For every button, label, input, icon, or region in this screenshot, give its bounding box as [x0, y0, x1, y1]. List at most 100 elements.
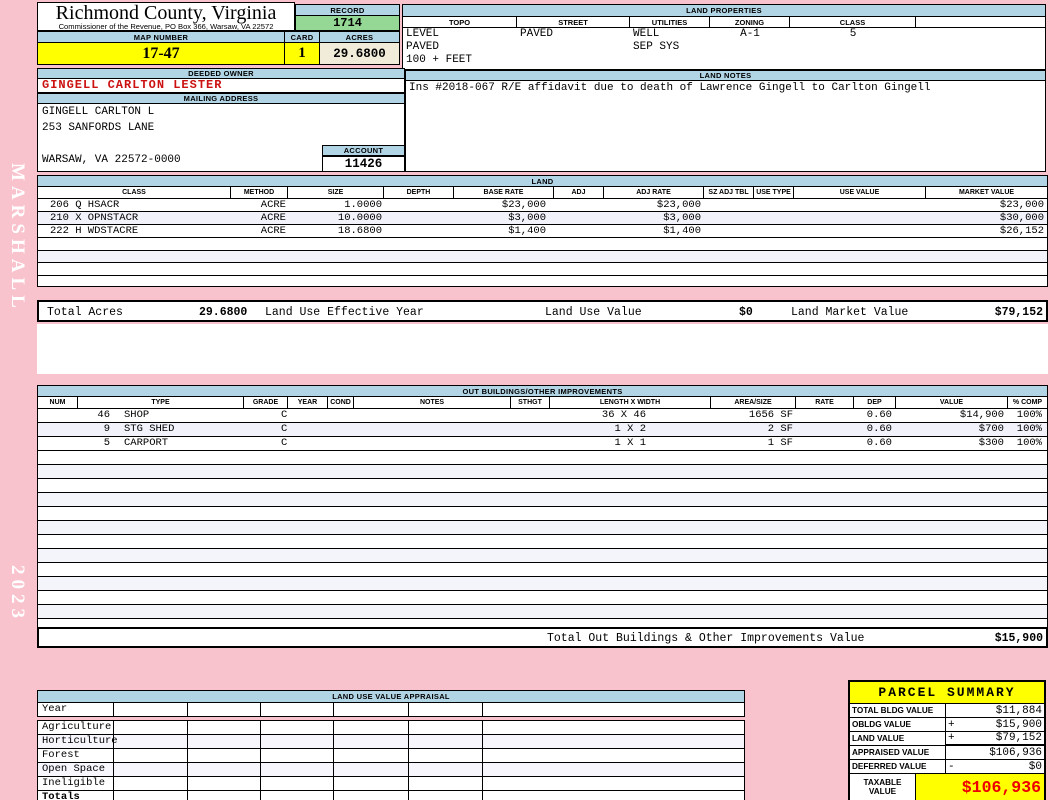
appraisal-row-year: Year	[37, 703, 745, 717]
row-label: DEFERRED VALUE	[850, 760, 946, 773]
row-label: Forest	[38, 749, 114, 762]
street-value: PAVED	[520, 28, 554, 40]
col-zoning: ZONING	[710, 17, 790, 28]
col-method: METHOD	[231, 187, 288, 198]
card-value: 1	[284, 42, 320, 65]
land-use-appraisal-title: LAND USE VALUE APPRAISAL	[37, 690, 745, 703]
col-use-type: USE TYPE	[754, 187, 794, 198]
land-totals-row: Total Acres 29.6800 Land Use Effective Y…	[37, 300, 1048, 322]
land-use-value: $0	[739, 306, 753, 319]
col-cond: COND	[328, 397, 354, 408]
cell-grade: C	[281, 423, 288, 435]
out-buildings-total-row: Total Out Buildings & Other Improvements…	[37, 627, 1048, 648]
cell-value: $700	[978, 423, 1004, 435]
out-buildings-empty-rows	[38, 451, 1047, 631]
cell-method: ACRE	[260, 225, 286, 237]
cell-length-width: 1 X 1	[614, 437, 646, 449]
appraisal-row-forest: Forest	[38, 749, 744, 763]
row-label: Year	[38, 703, 114, 716]
col-depth: DEPTH	[384, 187, 454, 198]
cell-dep: 0.60	[866, 437, 892, 449]
row-value: $0	[1028, 760, 1042, 773]
cell-value: $300	[978, 437, 1004, 449]
col-value: VALUE	[896, 397, 1008, 408]
cell-type: CARPORT	[124, 437, 169, 449]
out-buildings-title: OUT BUILDINGS/OTHER IMPROVEMENTS	[38, 386, 1047, 397]
utilities-value-2: SEP SYS	[633, 41, 680, 53]
vendor-watermark: MARSHALL	[7, 163, 28, 313]
col-adj-rate: ADJ RATE	[604, 187, 704, 198]
summary-row-obldg: OBLDG VALUE + $15,900	[850, 718, 1044, 732]
land-row: 206 Q HSACR ACRE 1.0000 $23,000 $23,000 …	[38, 199, 1047, 212]
out-buildings-total-value: $15,900	[994, 632, 1043, 645]
col-use-value: USE VALUE	[794, 187, 926, 198]
topo-value-2: PAVED	[406, 41, 440, 53]
parcel-summary-title: PARCEL SUMMARY	[850, 682, 1044, 704]
row-operator: +	[948, 718, 955, 731]
land-notes-label: LAND NOTES	[405, 70, 1046, 81]
cell-num: 5	[103, 437, 110, 449]
row-label: Open Space	[38, 763, 114, 776]
col-market-value: MARKET VALUE	[958, 189, 1015, 196]
row-label: TOTAL BLDG VALUE	[850, 704, 946, 717]
cell-type: STG SHED	[124, 423, 175, 435]
col-year: YEAR	[288, 397, 328, 408]
total-acres-label: Total Acres	[47, 306, 123, 319]
cell-class: 222 H WDSTACRE	[50, 225, 139, 237]
land-row: 222 H WDSTACRE ACRE 18.6800 $1,400 $1,40…	[38, 225, 1047, 238]
out-buildings-header: NUM TYPE GRADE YEAR COND NOTES STHGT LEN…	[38, 397, 1047, 409]
deeded-owner-name: GINGELL CARLTON LESTER	[37, 79, 405, 93]
address-line: GINGELL CARLTON L	[42, 106, 155, 118]
map-number-value: 17-47	[37, 42, 285, 65]
col-type: TYPE	[78, 397, 244, 408]
summary-row-land: LAND VALUE + $79,152	[850, 732, 1044, 746]
taxable-label: TAXABLE VALUE	[850, 774, 916, 800]
appraisal-row-ineligible: Ineligible	[38, 777, 744, 791]
col-length-width: LENGTH X WIDTH	[550, 397, 711, 408]
county-title: Richmond County, Virginia	[55, 2, 277, 24]
account-label: ACCOUNT	[322, 145, 405, 156]
cell-base-rate: $3,000	[508, 212, 546, 224]
col-topo: TOPO	[403, 17, 517, 28]
col-notes: NOTES	[354, 397, 511, 408]
cell-base-rate: $23,000	[501, 199, 546, 211]
col-spacer	[916, 17, 1045, 28]
year-watermark: 2023	[7, 565, 28, 623]
land-properties-columns: TOPO STREET UTILITIES ZONING CLASS	[402, 17, 1046, 28]
row-operator: -	[948, 760, 955, 773]
land-properties-title: LAND PROPERTIES	[402, 4, 1046, 17]
out-building-row: 46 SHOP C 36 X 46 1656 SF 0.60 $14,900 1…	[38, 409, 1047, 423]
row-value: $79,152	[995, 732, 1042, 744]
land-notes-text: Ins #2018-067 R/E affidavit due to death…	[405, 81, 1046, 172]
cell-size: 1.0000	[344, 199, 382, 211]
appraisal-row-horticulture: Horticulture	[38, 735, 744, 749]
cell-num: 46	[97, 409, 110, 421]
land-use-appraisal-table: LAND USE VALUE APPRAISAL Year Agricultur…	[37, 690, 745, 800]
cell-area: 1 SF	[767, 437, 793, 449]
summary-row-taxable: TAXABLE VALUE $106,936	[850, 774, 1044, 800]
summary-row-appraised: APPRAISED VALUE $106,936	[850, 746, 1044, 760]
cell-market-value: $23,000	[999, 199, 1044, 211]
taxable-value: $106,936	[916, 774, 1044, 800]
cell-dep: 0.60	[866, 409, 892, 421]
cell-comp: 100%	[1016, 423, 1042, 435]
row-label: Horticulture	[38, 735, 118, 748]
col-num: NUM	[38, 397, 78, 408]
col-dep: DEP	[854, 397, 896, 408]
property-record-card: MARSHALL 2023 Richmond County, Virginia …	[0, 0, 1050, 800]
record-value: 1714	[295, 15, 400, 31]
total-acres-value: 29.6800	[199, 306, 248, 319]
row-label: OBLDG VALUE	[850, 718, 946, 731]
land-use-value-label: Land Use Value	[545, 306, 642, 319]
col-class: CLASS	[38, 187, 231, 198]
cell-base-rate: $1,400	[508, 225, 546, 237]
taxable-label-line1: TAXABLE	[863, 778, 902, 787]
parcel-summary: PARCEL SUMMARY TOTAL BLDG VALUE $11,884 …	[848, 680, 1046, 800]
cell-length-width: 36 X 46	[601, 409, 646, 421]
cell-method: ACRE	[260, 212, 286, 224]
appraisal-row-agriculture: Agriculture	[38, 721, 744, 735]
cell-length-width: 1 X 2	[614, 423, 646, 435]
out-building-row: 5 CARPORT C 1 X 1 1 SF 0.60 $300 100%	[38, 437, 1047, 451]
cell-value: $14,900	[959, 409, 1004, 421]
land-table-header: CLASS METHOD SIZE DEPTH BASE RATE ADJ AD…	[38, 187, 1047, 199]
